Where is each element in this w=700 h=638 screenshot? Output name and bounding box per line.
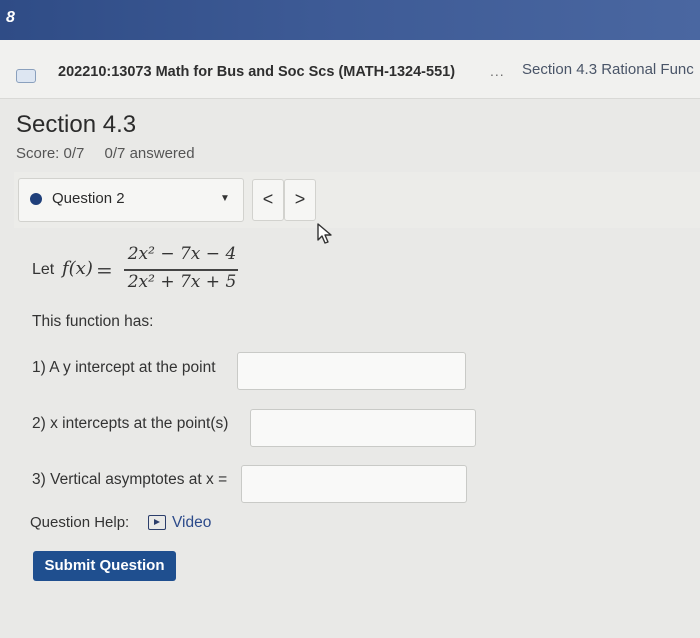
breadcrumb-ellipsis[interactable]: ... [490, 63, 505, 79]
question-label[interactable]: Question 2 [52, 190, 125, 207]
equals-sign: = [96, 258, 113, 282]
function-name: f(x) [62, 258, 93, 279]
course-icon [16, 69, 36, 83]
question-status-dot [30, 193, 42, 205]
caret-down-icon[interactable]: ▼ [220, 193, 230, 204]
submit-question-button[interactable]: Submit Question [33, 551, 176, 581]
fraction-numerator: 2x² − 7x − 4 [127, 244, 237, 264]
question-help-label: Question Help: [30, 514, 130, 531]
score-text: Score: 0/7 [16, 145, 85, 162]
y-intercept-input[interactable] [237, 352, 466, 390]
next-question-button[interactable]: > [284, 179, 316, 221]
mouse-cursor-icon [317, 223, 332, 244]
problem-intro: Let [32, 261, 55, 278]
breadcrumb-current: Section 4.3 Rational Func [522, 61, 694, 78]
x-intercepts-input[interactable] [250, 409, 476, 447]
page-title: Section 4.3 [16, 111, 137, 138]
menu-icon[interactable]: 8 [6, 9, 22, 29]
course-title[interactable]: 202210:13073 Math for Bus and Soc Scs (M… [58, 64, 455, 80]
vertical-asymptotes-input[interactable] [241, 465, 467, 503]
fraction-denominator: 2x² + 7x + 5 [127, 272, 237, 292]
part-1-label: 1) A y intercept at the point [32, 359, 216, 376]
top-bar: 8 [0, 0, 700, 40]
fraction-bar [124, 269, 238, 271]
video-icon[interactable] [148, 515, 166, 530]
video-link[interactable]: Video [172, 514, 211, 532]
problem-statement: This function has: [32, 313, 154, 330]
answered-count: 0/7 answered [104, 145, 195, 162]
previous-question-button[interactable]: < [252, 179, 284, 221]
score-line: Score: 0/7 0/7 answered [16, 145, 211, 162]
part-3-label: 3) Vertical asymptotes at x = [32, 471, 228, 488]
part-2-label: 2) x intercepts at the point(s) [32, 415, 229, 432]
